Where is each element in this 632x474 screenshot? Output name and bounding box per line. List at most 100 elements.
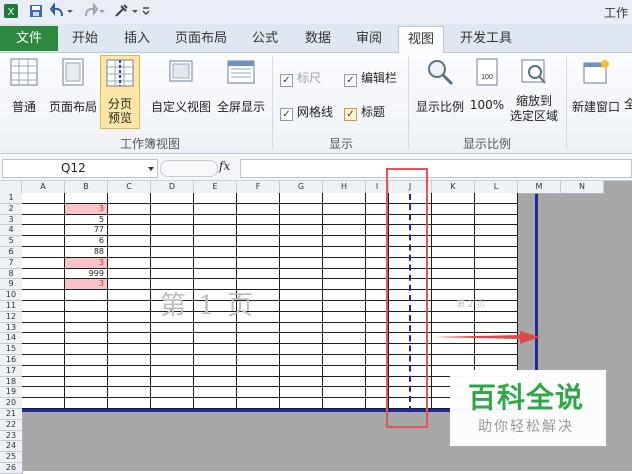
page-layout-view-button[interactable]: 页面布局 (46, 57, 100, 117)
cell[interactable] (323, 247, 366, 258)
cell[interactable]: 5 (65, 214, 108, 226)
cell[interactable] (22, 344, 65, 355)
cell[interactable] (280, 398, 323, 409)
cell[interactable] (151, 387, 194, 399)
cell[interactable] (475, 203, 518, 215)
cell[interactable] (323, 398, 366, 409)
cell[interactable] (237, 257, 280, 269)
cell[interactable] (323, 333, 366, 345)
cell[interactable] (108, 387, 151, 399)
cell[interactable] (323, 257, 366, 269)
cell[interactable] (194, 193, 237, 204)
cell[interactable] (366, 247, 389, 258)
cell[interactable] (22, 203, 65, 215)
cell[interactable] (237, 193, 280, 204)
cell[interactable] (22, 214, 65, 226)
tab-data[interactable]: 数据 (299, 26, 337, 51)
cell[interactable] (280, 311, 323, 323)
cell[interactable] (432, 247, 475, 258)
cell[interactable] (280, 344, 323, 355)
custom-views-button[interactable]: 自定义视图 (150, 57, 212, 117)
cell[interactable] (280, 203, 323, 215)
cell[interactable] (108, 214, 151, 226)
row-header-18[interactable]: 18 (0, 376, 23, 388)
cell[interactable] (22, 301, 65, 312)
cell[interactable] (22, 290, 65, 301)
cell[interactable] (22, 333, 65, 345)
cell[interactable] (366, 214, 389, 226)
cell[interactable] (475, 193, 518, 204)
cell[interactable] (280, 355, 323, 366)
cell[interactable] (389, 355, 432, 366)
cell[interactable] (194, 257, 237, 269)
name-box-dropdown-icon[interactable] (147, 165, 155, 173)
cell[interactable] (108, 193, 151, 204)
headings-checkbox[interactable]: ✓ 标题 (344, 103, 408, 121)
row-header-12[interactable]: 12 (0, 311, 23, 323)
cell[interactable] (389, 301, 432, 312)
cell[interactable] (280, 193, 323, 204)
cell[interactable] (65, 398, 108, 409)
cell[interactable] (389, 203, 432, 215)
cell[interactable] (280, 333, 323, 345)
cell[interactable] (475, 225, 518, 237)
cell[interactable] (366, 236, 389, 247)
cell[interactable] (237, 268, 280, 280)
cell[interactable] (22, 355, 65, 366)
row-header-6[interactable]: 6 (0, 247, 23, 258)
cell[interactable] (194, 225, 237, 237)
cell[interactable] (280, 290, 323, 301)
row-header-25[interactable]: 25 (0, 452, 23, 463)
cell[interactable] (22, 268, 65, 280)
cell[interactable] (237, 203, 280, 215)
cell[interactable] (108, 203, 151, 215)
cell[interactable] (389, 247, 432, 258)
cell[interactable] (22, 225, 65, 237)
tab-insert[interactable]: 插入 (118, 26, 156, 51)
new-window-button[interactable]: 新建窗口 (570, 57, 622, 117)
cell[interactable] (432, 236, 475, 247)
cell[interactable] (108, 236, 151, 247)
tab-view[interactable]: 视图 (398, 26, 444, 53)
cell[interactable] (389, 236, 432, 247)
cell[interactable] (323, 376, 366, 388)
cell[interactable] (280, 236, 323, 247)
cell[interactable] (194, 214, 237, 226)
cell[interactable] (65, 301, 108, 312)
cell[interactable] (237, 365, 280, 377)
row-header-8[interactable]: 8 (0, 268, 23, 280)
cell[interactable] (366, 344, 389, 355)
cell[interactable] (65, 376, 108, 388)
row-header-1[interactable]: 1 (0, 193, 23, 204)
cell[interactable] (108, 355, 151, 366)
cell[interactable] (323, 365, 366, 377)
row-header-2[interactable]: 2 (0, 203, 23, 215)
cell[interactable] (389, 225, 432, 237)
cell[interactable] (237, 344, 280, 355)
cell[interactable] (432, 311, 475, 323)
cell[interactable] (366, 365, 389, 377)
cell[interactable] (22, 193, 65, 204)
save-icon[interactable] (28, 3, 44, 19)
cell[interactable] (366, 398, 389, 409)
cell[interactable] (65, 290, 108, 301)
cell[interactable] (280, 365, 323, 377)
tab-formulas[interactable]: 公式 (246, 26, 284, 51)
cell[interactable] (151, 203, 194, 215)
cell[interactable] (194, 398, 237, 409)
cell[interactable] (194, 236, 237, 247)
cell[interactable] (194, 268, 237, 280)
cell[interactable] (108, 322, 151, 334)
tab-page-layout[interactable]: 页面布局 (172, 26, 230, 51)
cell[interactable] (323, 193, 366, 204)
cell[interactable] (237, 247, 280, 258)
gridlines-checkbox[interactable]: ✓ 网格线 (280, 103, 344, 121)
cell[interactable] (194, 355, 237, 366)
undo-dropdown-icon[interactable] (66, 3, 74, 19)
cell[interactable] (323, 355, 366, 366)
cell[interactable] (475, 311, 518, 323)
row-header-26[interactable]: 26 (0, 463, 23, 474)
redo-icon[interactable] (82, 3, 98, 19)
cell[interactable] (108, 257, 151, 269)
cell[interactable] (432, 225, 475, 237)
